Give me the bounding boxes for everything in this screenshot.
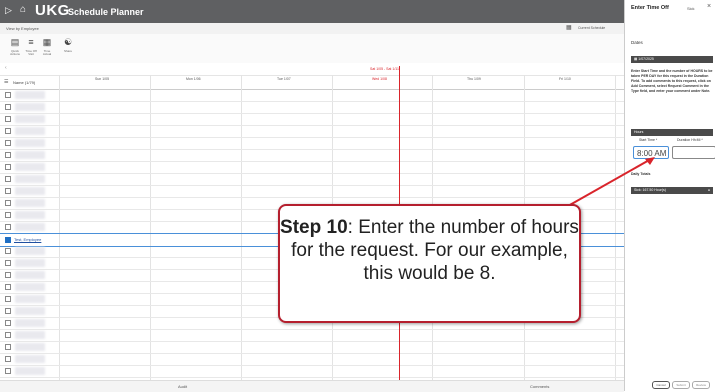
instruction-callout: Step 10: Enter the number of hours for t… <box>278 204 581 323</box>
callout-arrow <box>567 157 655 207</box>
callout-step: Step 10 <box>280 217 348 238</box>
